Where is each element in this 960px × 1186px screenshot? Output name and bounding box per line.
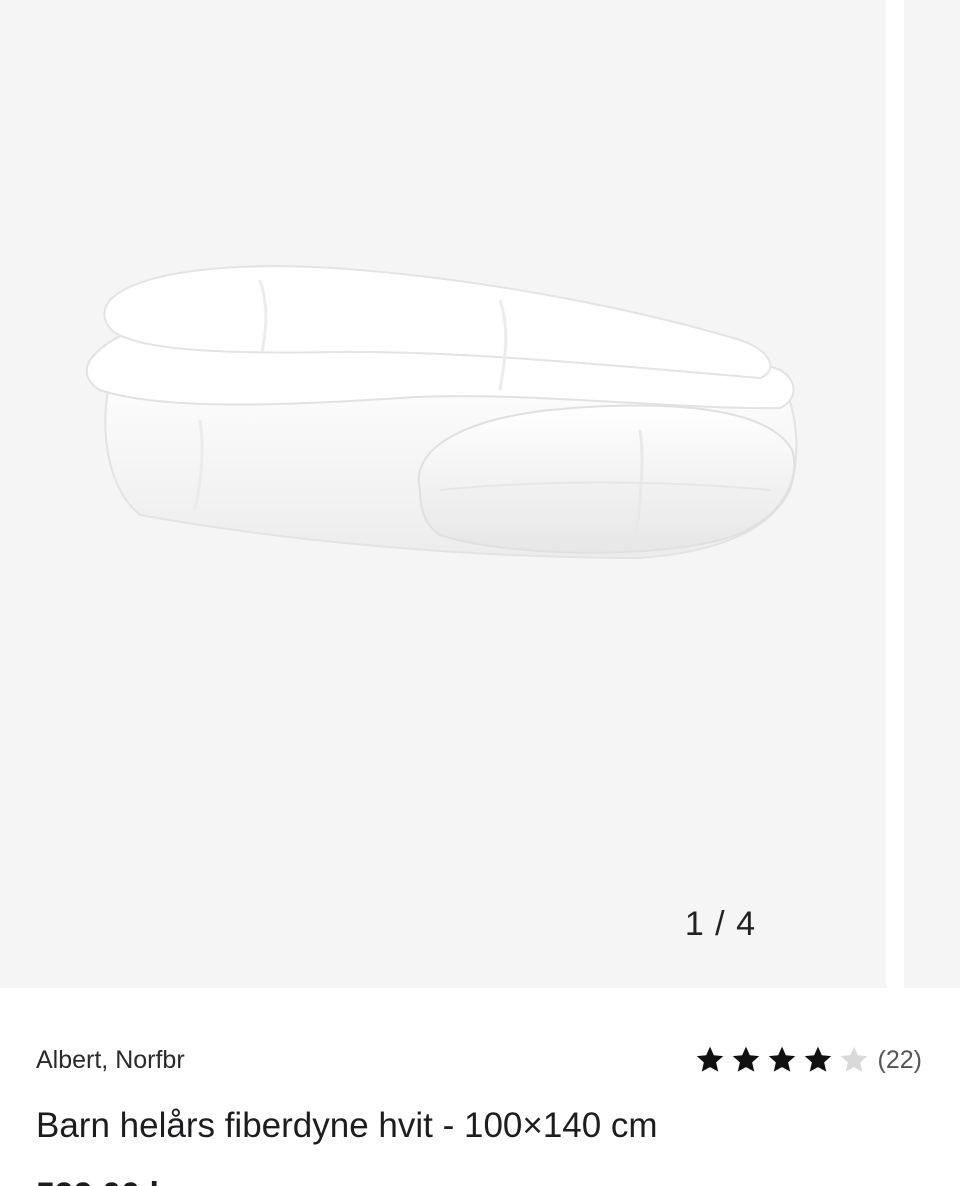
star-filled-icon xyxy=(728,1044,764,1076)
product-title: Barn helårs fiberdyne hvit - 100×140 cm xyxy=(36,1106,658,1145)
product-image-gallery[interactable]: 1 / 4 xyxy=(0,0,960,988)
product-rating[interactable]: (22) xyxy=(692,1044,922,1076)
product-price: 599,00 kr xyxy=(36,1176,182,1186)
product-page: 1 / 4 Albert, Norfbr (22) Barn helårs fi… xyxy=(0,0,960,1186)
product-brand[interactable]: Albert, Norfbr xyxy=(36,1046,185,1075)
star-filled-icon xyxy=(800,1044,836,1076)
star-filled-icon xyxy=(764,1044,800,1076)
product-info: Albert, Norfbr (22) Barn helårs fiberdyn… xyxy=(0,988,960,1186)
product-image-duvet xyxy=(85,265,798,560)
star-empty-icon xyxy=(836,1044,872,1076)
gallery-slide-current[interactable]: 1 / 4 xyxy=(0,0,886,988)
rating-count: (22) xyxy=(877,1045,922,1074)
gallery-slide-next-peek[interactable] xyxy=(904,0,960,988)
star-filled-icon xyxy=(692,1044,728,1076)
gallery-counter: 1 / 4 xyxy=(684,905,756,943)
